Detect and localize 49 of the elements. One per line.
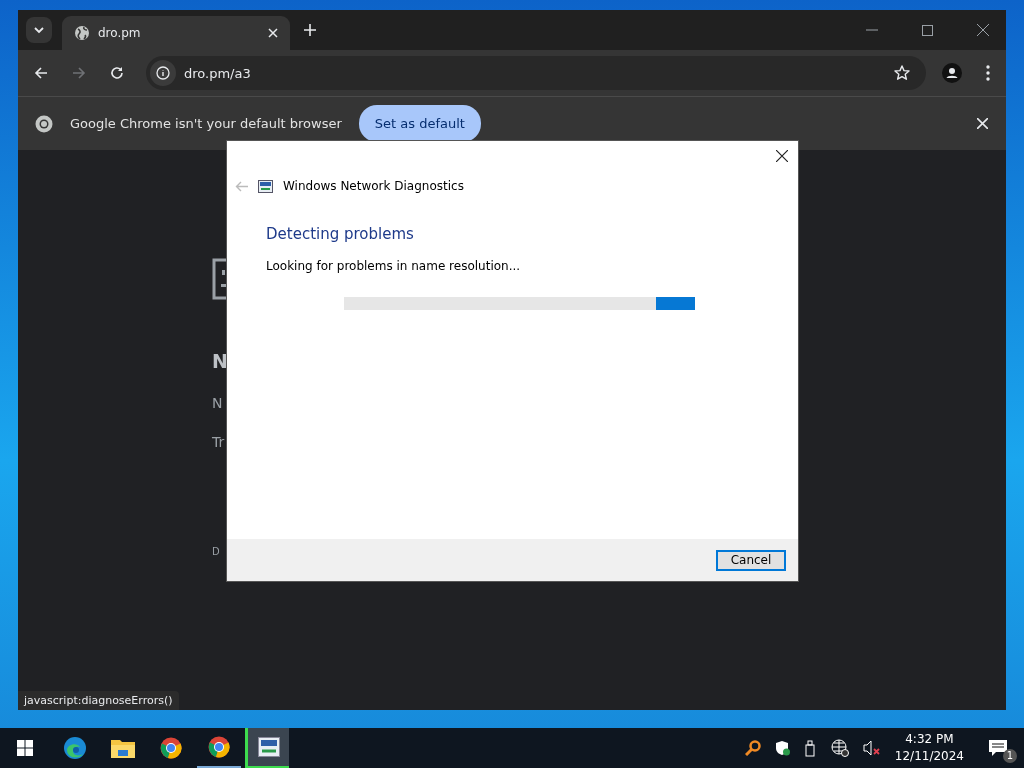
security-shield-icon[interactable] <box>774 740 791 756</box>
default-browser-message: Google Chrome isn't your default browser <box>70 116 342 131</box>
browser-logo-icon <box>63 736 87 760</box>
reload-icon[interactable] <box>110 66 124 80</box>
new-tab-icon[interactable] <box>304 24 316 36</box>
tab-search-button[interactable] <box>26 17 52 43</box>
network-globe-icon[interactable] <box>830 739 849 757</box>
notifications-icon[interactable] <box>988 739 1008 757</box>
chrome-logo-icon <box>160 737 182 759</box>
status-message: Looking for problems in name resolution... <box>266 259 522 273</box>
close-icon[interactable] <box>776 150 788 162</box>
muted-speaker-icon[interactable] <box>862 740 881 756</box>
page-text: Tr <box>212 434 225 450</box>
dialog-title: Windows Network Diagnostics <box>283 179 464 193</box>
browser-tab[interactable]: dro.pm <box>62 16 290 50</box>
clock-date[interactable]: 12/11/2024 <box>894 748 964 765</box>
dialog-heading: Detecting problems <box>266 225 415 243</box>
forward-icon[interactable] <box>72 66 86 80</box>
magnifier-tray-icon[interactable] <box>744 740 761 756</box>
bookmark-star-icon[interactable] <box>894 65 910 81</box>
error-page-icon <box>212 258 228 300</box>
set-as-default-button[interactable]: Set as default <box>358 105 481 142</box>
chrome-logo-icon <box>208 736 230 758</box>
close-infobar-icon[interactable] <box>977 118 988 129</box>
diagnostics-taskbar-button[interactable] <box>245 728 289 768</box>
notification-count: 1 <box>1003 749 1017 763</box>
maximize-icon[interactable] <box>922 24 933 36</box>
back-icon[interactable] <box>34 66 48 80</box>
page-text: D <box>212 546 220 557</box>
tab-title: dro.pm <box>98 26 142 40</box>
page-text: N <box>212 350 228 372</box>
caret-icon <box>33 24 45 36</box>
network-diagnostics-icon <box>258 179 273 193</box>
address-bar[interactable]: dro.pm/a3 <box>146 56 926 90</box>
usb-drive-icon[interactable] <box>804 739 817 757</box>
chrome-logo-icon <box>35 114 53 133</box>
globe-icon <box>74 25 90 41</box>
status-link-url: javascript:diagnoseErrors() <box>18 691 179 710</box>
close-tab-icon[interactable] <box>268 28 278 38</box>
start-icon[interactable] <box>17 740 33 756</box>
profile-icon[interactable] <box>942 63 962 83</box>
network-diagnostics-icon <box>257 737 280 757</box>
clock-time[interactable]: 4:32 PM <box>905 731 954 748</box>
menu-icon[interactable] <box>986 65 990 81</box>
folder-icon <box>111 738 135 758</box>
page-text: N <box>212 395 223 411</box>
close-icon[interactable] <box>977 24 989 36</box>
site-info-icon[interactable] <box>150 60 176 86</box>
cancel-button[interactable]: Cancel <box>716 549 786 571</box>
